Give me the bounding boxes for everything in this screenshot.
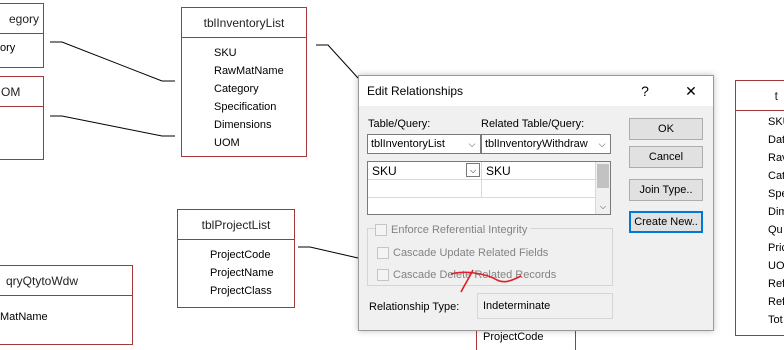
table-title: qryQtytoWdw bbox=[0, 266, 132, 296]
field-item[interactable]: Refe bbox=[736, 293, 784, 311]
chevron-down-icon[interactable]: ⌵ bbox=[466, 163, 480, 177]
checkbox-box bbox=[377, 247, 389, 259]
ok-button[interactable]: OK bbox=[629, 118, 703, 140]
relationship-type-label: Relationship Type: bbox=[369, 301, 460, 313]
field-item[interactable]: ProjectName bbox=[178, 264, 294, 282]
help-button[interactable]: ? bbox=[625, 76, 665, 106]
field-item[interactable]: Dim bbox=[736, 203, 784, 221]
cascade-update-label: Cascade Update Related Fields bbox=[393, 247, 549, 259]
join-type-button[interactable]: Join Type.. bbox=[629, 179, 703, 201]
field-grid[interactable]: SKU ⌵ SKU ⌵ bbox=[367, 161, 611, 215]
enforce-integrity-checkbox[interactable]: Enforce Referential Integrity bbox=[375, 222, 531, 238]
table-qry-qty-to-wdw[interactable]: qryQtytoWdw MatName bbox=[0, 265, 133, 345]
field-item[interactable]: MatName bbox=[0, 308, 132, 326]
field-item[interactable]: SKU bbox=[182, 44, 306, 62]
grid-empty-cell[interactable] bbox=[368, 180, 482, 198]
enforce-integrity-label: Enforce Referential Integrity bbox=[391, 224, 528, 236]
field-item[interactable]: UOM bbox=[182, 134, 306, 152]
field-item[interactable]: RawMatName bbox=[182, 62, 306, 80]
red-annotation-mark bbox=[450, 269, 522, 293]
checkbox-box bbox=[377, 269, 389, 281]
field-item[interactable]: Specification bbox=[182, 98, 306, 116]
related-table-label: Related Table/Query: bbox=[481, 118, 585, 130]
edit-relationships-dialog: Edit Relationships ? ✕ Table/Query: Rela… bbox=[358, 75, 714, 331]
field-item[interactable]: Spe bbox=[736, 185, 784, 203]
relationship-type-value: Indeterminate bbox=[477, 293, 613, 319]
grid-left-field[interactable]: SKU ⌵ bbox=[368, 162, 482, 180]
table-query-value: tblInventoryList bbox=[371, 138, 445, 150]
table-title: egory bbox=[0, 4, 43, 34]
grid-empty-cell[interactable] bbox=[482, 180, 596, 198]
cancel-button[interactable]: Cancel bbox=[629, 146, 703, 168]
table-project-list[interactable]: tblProjectList ProjectCode ProjectName P… bbox=[177, 209, 295, 308]
table-title: OM bbox=[0, 77, 43, 107]
grid-left-value: SKU bbox=[372, 164, 397, 178]
field-item[interactable]: Cat bbox=[736, 167, 784, 185]
table-query-select[interactable]: tblInventoryList ⌵ bbox=[367, 134, 481, 154]
field-item[interactable]: UO bbox=[736, 257, 784, 275]
grid-scrollbar[interactable]: ⌵ bbox=[595, 162, 610, 214]
checkbox-box bbox=[375, 224, 387, 236]
table-inventory-list[interactable]: tblInventoryList SKU RawMatName Category… bbox=[181, 7, 307, 157]
field-item[interactable]: Refe bbox=[736, 275, 784, 293]
field-item[interactable]: SKU bbox=[736, 113, 784, 131]
grid-right-field[interactable]: SKU bbox=[482, 162, 596, 180]
table-title: tblProjectList bbox=[178, 210, 294, 240]
grid-right-value: SKU bbox=[486, 164, 511, 178]
field-item[interactable]: ory bbox=[0, 39, 43, 57]
table-title: t bbox=[736, 81, 784, 111]
chevron-down-icon: ⌵ bbox=[594, 135, 610, 153]
field-item[interactable]: Rav bbox=[736, 149, 784, 167]
field-item[interactable]: Pric bbox=[736, 239, 784, 257]
table-right[interactable]: t SKU Dat Rav Cat Spe Dim Qu Pric UO Ref… bbox=[735, 80, 784, 336]
table-title: tblInventoryList bbox=[182, 8, 306, 38]
field-item[interactable]: ProjectCode bbox=[178, 246, 294, 264]
field-item[interactable]: Tot bbox=[736, 311, 784, 329]
table-category[interactable]: egory ory bbox=[0, 3, 44, 68]
field-item[interactable]: Dat bbox=[736, 131, 784, 149]
field-item[interactable]: Dimensions bbox=[182, 116, 306, 134]
chevron-down-icon[interactable]: ⌵ bbox=[596, 200, 610, 214]
field-item[interactable]: Category bbox=[182, 80, 306, 98]
create-new-button[interactable]: Create New.. bbox=[629, 211, 703, 233]
close-button[interactable]: ✕ bbox=[671, 76, 711, 106]
related-table-select[interactable]: tblInventoryWithdraw ⌵ bbox=[481, 134, 611, 154]
cascade-update-checkbox[interactable]: Cascade Update Related Fields bbox=[377, 245, 548, 261]
table-query-label: Table/Query: bbox=[368, 118, 431, 130]
related-table-value: tblInventoryWithdraw bbox=[485, 138, 588, 150]
chevron-down-icon: ⌵ bbox=[464, 135, 480, 153]
table-uom[interactable]: OM bbox=[0, 76, 44, 160]
field-item[interactable]: ProjectClass bbox=[178, 282, 294, 300]
field-item[interactable]: Qu bbox=[736, 221, 784, 239]
scrollbar-thumb[interactable] bbox=[597, 164, 609, 188]
